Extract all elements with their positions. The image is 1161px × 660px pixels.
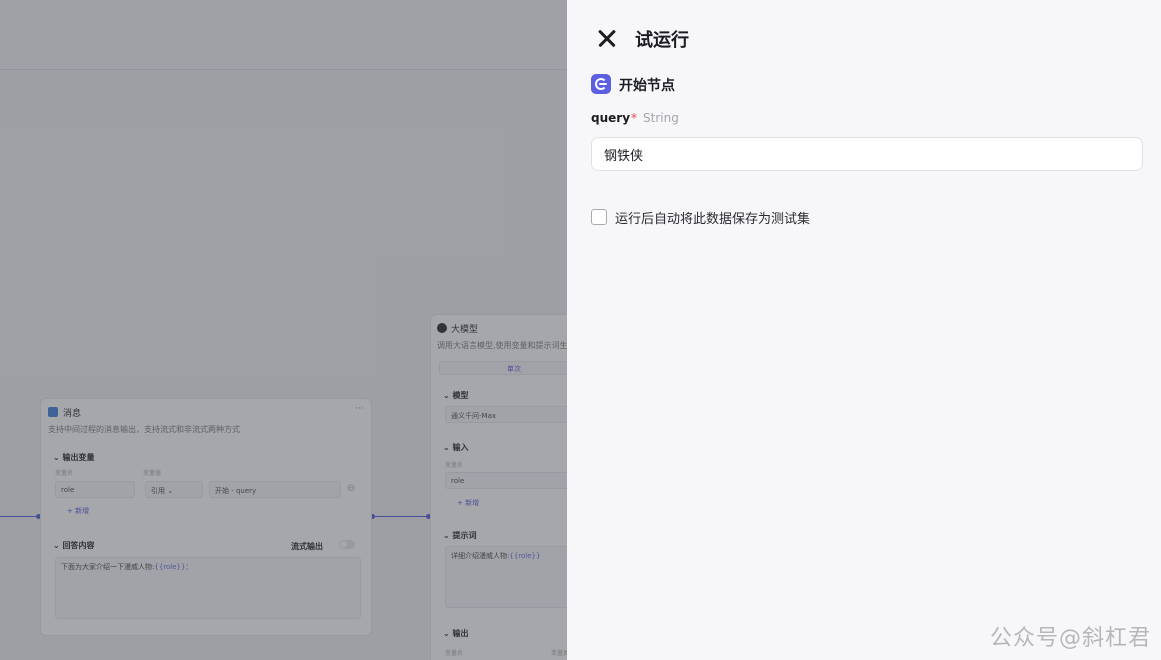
start-node-icon [591, 74, 611, 94]
test-run-drawer: 试运行 开始节点 query*String 运行后自动将此数据保存为测试集 公众… [567, 0, 1161, 660]
drawer-title: 试运行 [635, 30, 689, 51]
watermark: 公众号@斜杠君 [989, 626, 1151, 651]
workflow-canvas: 消息 ··· 支持中间过程的消息输出，支持流式和非流式两种方式 ⌄ 输出变量 变… [0, 0, 567, 660]
start-node-name: 开始节点 [619, 78, 675, 94]
save-as-testset-checkbox[interactable] [591, 209, 607, 225]
query-field-label: query* String [591, 111, 679, 125]
close-icon[interactable] [595, 26, 619, 50]
modal-overlay[interactable] [0, 0, 567, 660]
field-type: String [643, 111, 679, 125]
save-as-testset-label[interactable]: 运行后自动将此数据保存为测试集 [615, 208, 810, 227]
required-mark: * [631, 111, 638, 125]
query-input[interactable] [591, 137, 1143, 171]
